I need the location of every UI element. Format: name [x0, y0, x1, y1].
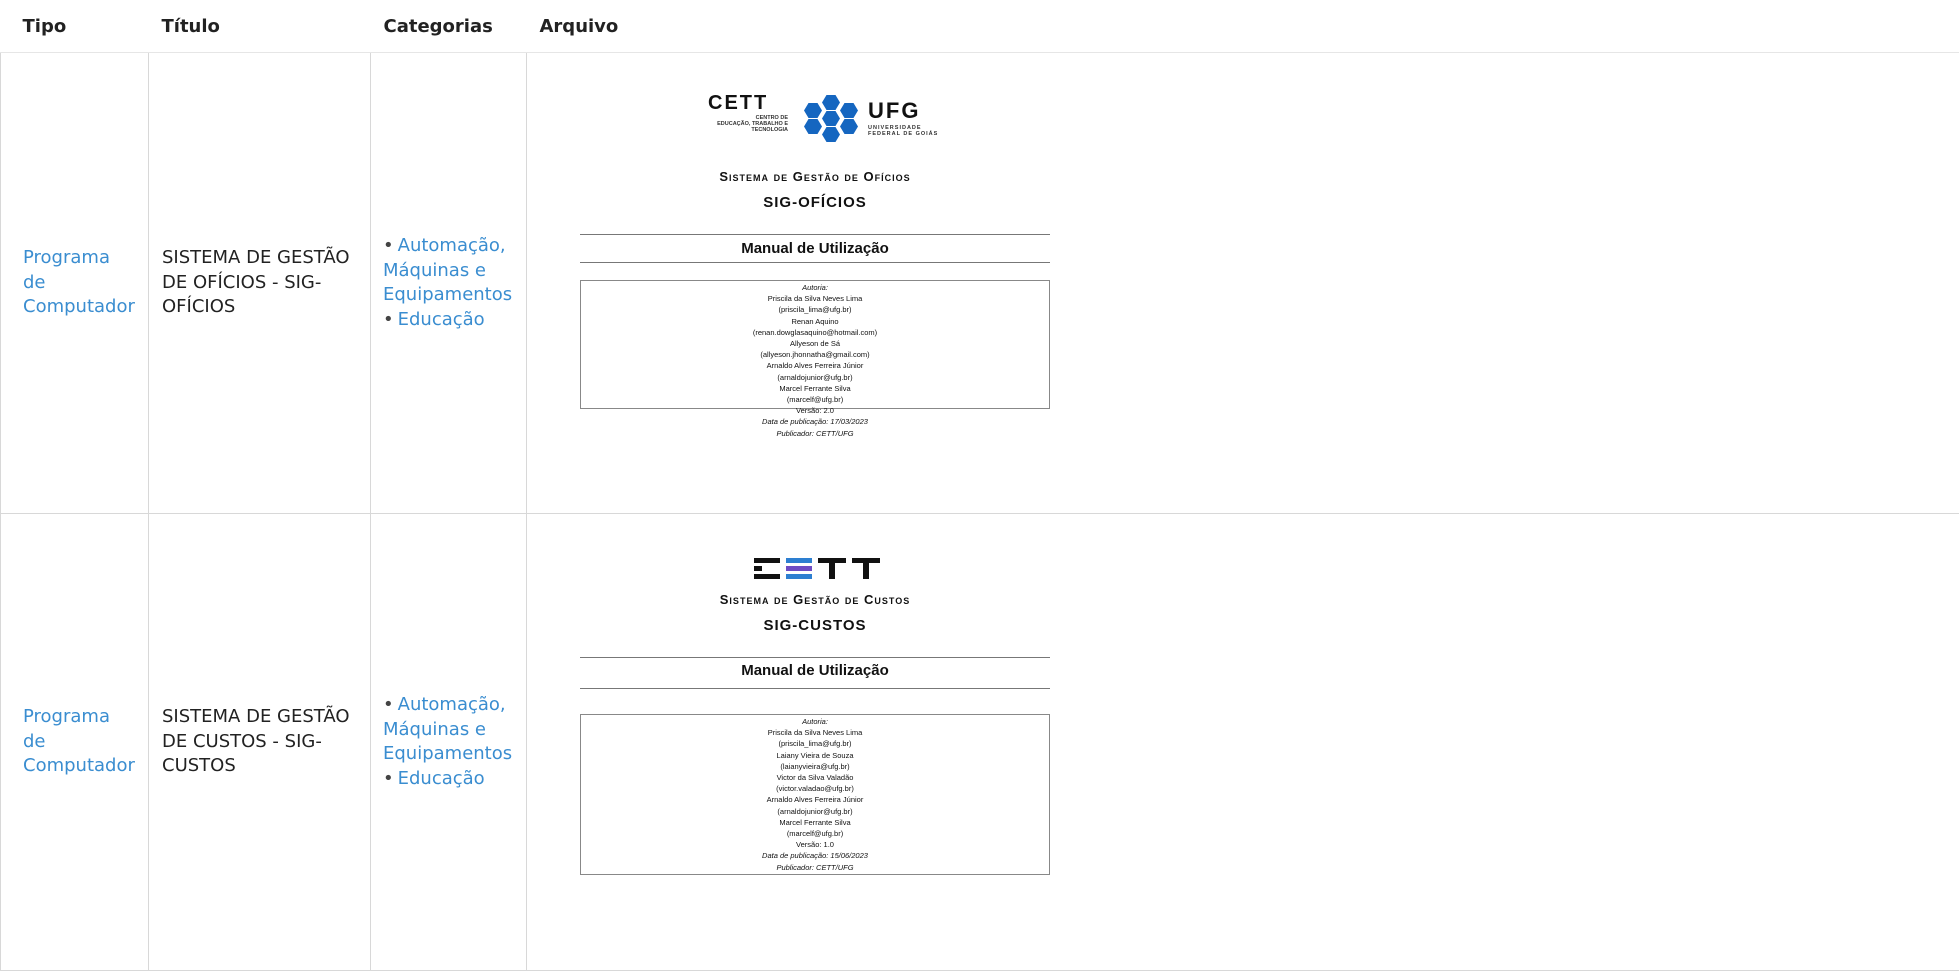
cell-titulo: SISTEMA DE GESTÃO DE CUSTOS - SIG-CUSTOS: [149, 514, 371, 971]
ufg-logo-subtitle: UNIVERSIDADEFEDERAL DE GOIÁS: [868, 125, 938, 137]
divider: [580, 657, 1050, 658]
results-table: Tipo Título Categorias Arquivo Programad…: [0, 0, 1959, 971]
header-categorias[interactable]: Categorias: [371, 0, 527, 53]
category-item: •Automação, Máquinas e Equipamentos: [383, 234, 525, 308]
category-item: •Educação: [383, 308, 525, 333]
tipo-link[interactable]: ProgramadeComputador: [23, 706, 135, 776]
cett-logo: CETT: [708, 91, 768, 116]
cell-arquivo: CETT CENTRO DEEDUCAÇÃO, TRABALHO ETECNOL…: [527, 53, 1959, 514]
doc-system-title: Sistema de Gestão de Ofícios: [580, 165, 1050, 190]
cell-categorias: •Automação, Máquinas e Equipamentos •Edu…: [371, 53, 527, 514]
doc-authors-box: Autoria: Priscila da Silva Neves Lima (p…: [580, 714, 1050, 875]
divider: [580, 688, 1050, 689]
tipo-link[interactable]: ProgramadeComputador: [23, 247, 135, 317]
document-thumbnail[interactable]: Sistema de Gestão de Custos SIG-CUSTOS M…: [580, 548, 1110, 928]
doc-authors-box: Autoria: Priscila da Silva Neves Lima (p…: [580, 280, 1050, 409]
cell-categorias: •Automação, Máquinas e Equipamentos •Edu…: [371, 514, 527, 971]
doc-system-code: SIG-OFÍCIOS: [580, 191, 1050, 216]
header-titulo[interactable]: Título: [149, 0, 371, 53]
header-arquivo[interactable]: Arquivo: [527, 0, 1959, 53]
table-row: ProgramadeComputador SISTEMA DE GESTÃO D…: [1, 514, 1959, 971]
cell-titulo: SISTEMA DE GESTÃO DE OFÍCIOS - SIG-OFÍCI…: [149, 53, 371, 514]
cell-tipo: ProgramadeComputador: [1, 53, 149, 514]
category-link[interactable]: Educação: [398, 309, 485, 330]
category-link[interactable]: Automação, Máquinas e Equipamentos: [383, 694, 512, 764]
category-item: •Educação: [383, 767, 525, 792]
category-item: •Automação, Máquinas e Equipamentos: [383, 693, 525, 767]
doc-manual-title: Manual de Utilização: [580, 237, 1050, 262]
table-row: ProgramadeComputador SISTEMA DE GESTÃO D…: [1, 53, 1959, 514]
cett-logo-subtitle: CENTRO DEEDUCAÇÃO, TRABALHO ETECNOLOGIA: [688, 115, 788, 133]
divider: [580, 234, 1050, 235]
doc-system-title: Sistema de Gestão de Custos: [580, 588, 1050, 613]
cell-arquivo: Sistema de Gestão de Custos SIG-CUSTOS M…: [527, 514, 1959, 971]
ufg-logo: UFG: [868, 99, 920, 124]
doc-system-code: SIG-CUSTOS: [580, 614, 1050, 639]
category-link[interactable]: Automação, Máquinas e Equipamentos: [383, 235, 512, 305]
header-row: Tipo Título Categorias Arquivo: [1, 0, 1959, 53]
logos-header: CETT CENTRO DEEDUCAÇÃO, TRABALHO ETECNOL…: [688, 93, 988, 141]
cell-tipo: ProgramadeComputador: [1, 514, 149, 971]
document-thumbnail[interactable]: CETT CENTRO DEEDUCAÇÃO, TRABALHO ETECNOL…: [580, 93, 1110, 513]
category-link[interactable]: Educação: [398, 768, 485, 789]
divider: [580, 262, 1050, 263]
header-tipo[interactable]: Tipo: [1, 0, 149, 53]
cett-logo: [754, 558, 884, 580]
doc-manual-title: Manual de Utilização: [580, 659, 1050, 684]
